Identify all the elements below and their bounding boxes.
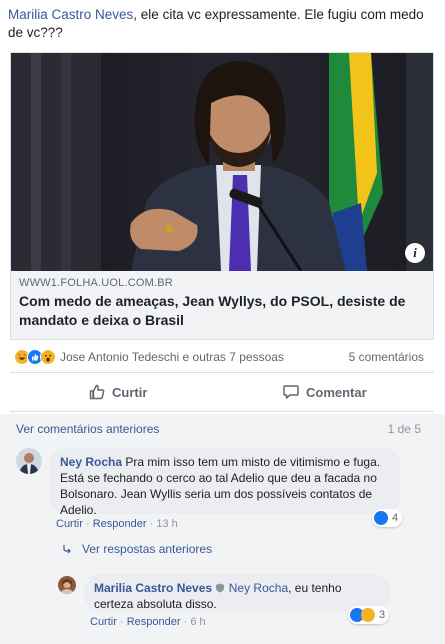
view-previous-replies-link[interactable]: Ver respostas anteriores: [62, 542, 212, 556]
reply-reply-link[interactable]: Responder: [127, 616, 181, 628]
speaker-photo: [11, 53, 433, 271]
comment-button[interactable]: Comentar: [282, 376, 367, 408]
reply-like-link[interactable]: Curtir: [90, 616, 117, 628]
post-actions: Curtir Comentar: [10, 376, 434, 408]
reactions-summary[interactable]: Jose Antonio Tedeschi e outras 7 pessoas…: [14, 349, 424, 367]
comment-time[interactable]: 13 h: [156, 518, 177, 530]
like-icon: [374, 511, 388, 525]
reply-reaction-count: 3: [379, 609, 386, 621]
link-preview-image[interactable]: i: [11, 53, 433, 271]
avatar[interactable]: [58, 576, 76, 594]
reaction-icons[interactable]: [14, 349, 62, 365]
link-title[interactable]: Com medo de ameaças, Jean Wyllys, do PSO…: [19, 292, 425, 330]
wow-icon: [40, 349, 56, 365]
post-author-link[interactable]: Marilia Castro Neves: [8, 7, 133, 22]
divider: [10, 411, 434, 412]
thumbs-up-icon: [89, 384, 105, 400]
comment-actions: Curtir · Responder · 13 h: [56, 518, 178, 530]
reply-actions: Curtir · Responder · 6 h: [90, 616, 206, 628]
info-icon[interactable]: i: [405, 243, 425, 263]
reply-author-link[interactable]: Marilia Castro Neves: [94, 581, 212, 595]
link-domain: WWW1.FOLHA.UOL.COM.BR: [19, 277, 173, 289]
comment-author-link[interactable]: Ney Rocha: [60, 455, 122, 469]
comment-reply-link[interactable]: Responder: [93, 518, 147, 530]
like-label: Curtir: [112, 384, 148, 400]
comment-icon: [283, 385, 299, 399]
comments-pager: 1 de 5: [387, 422, 421, 436]
reply-arrow-icon: [63, 545, 71, 554]
separator: ·: [183, 616, 188, 628]
reply-time[interactable]: 6 h: [190, 616, 205, 628]
comment-reactions[interactable]: 4: [372, 509, 403, 527]
comment-like-link[interactable]: Curtir: [56, 518, 83, 530]
user-avatar-image: [16, 448, 42, 474]
reaction-names[interactable]: Jose Antonio Tedeschi e outras 7 pessoas: [60, 350, 284, 364]
comment-count[interactable]: 5 comentários: [349, 350, 424, 364]
like-button[interactable]: Curtir: [88, 376, 147, 408]
divider: [10, 372, 434, 373]
shield-badge-icon: [216, 583, 225, 593]
link-meta: WWW1.FOLHA.UOL.COM.BR Com medo de ameaça…: [11, 271, 433, 330]
comment-reaction-count: 4: [392, 512, 399, 524]
separator: ·: [85, 518, 90, 530]
avatar[interactable]: [16, 448, 42, 474]
reply-tag-link[interactable]: Ney Rocha: [229, 581, 288, 595]
post-text: Marilia Castro Neves, ele cita vc expres…: [8, 6, 438, 42]
view-previous-comments-link[interactable]: Ver comentários anteriores: [16, 422, 159, 436]
reply-bubble: Marilia Castro Neves Ney Rocha, eu tenho…: [84, 574, 390, 612]
view-replies-label: Ver respostas anteriores: [82, 542, 213, 556]
comment-bubble: Ney Rocha Pra mim isso tem um misto de v…: [50, 448, 400, 517]
separator: ·: [119, 616, 124, 628]
haha-icon: [361, 608, 375, 622]
user-avatar-image: [58, 576, 76, 594]
separator: ·: [149, 518, 154, 530]
reply-reactions[interactable]: 3: [348, 606, 390, 624]
link-preview-card[interactable]: i WWW1.FOLHA.UOL.COM.BR Com medo de amea…: [10, 52, 434, 340]
comment-label: Comentar: [306, 384, 367, 400]
comments-section: Ver comentários anteriores 1 de 5 Ney Ro…: [0, 414, 445, 644]
